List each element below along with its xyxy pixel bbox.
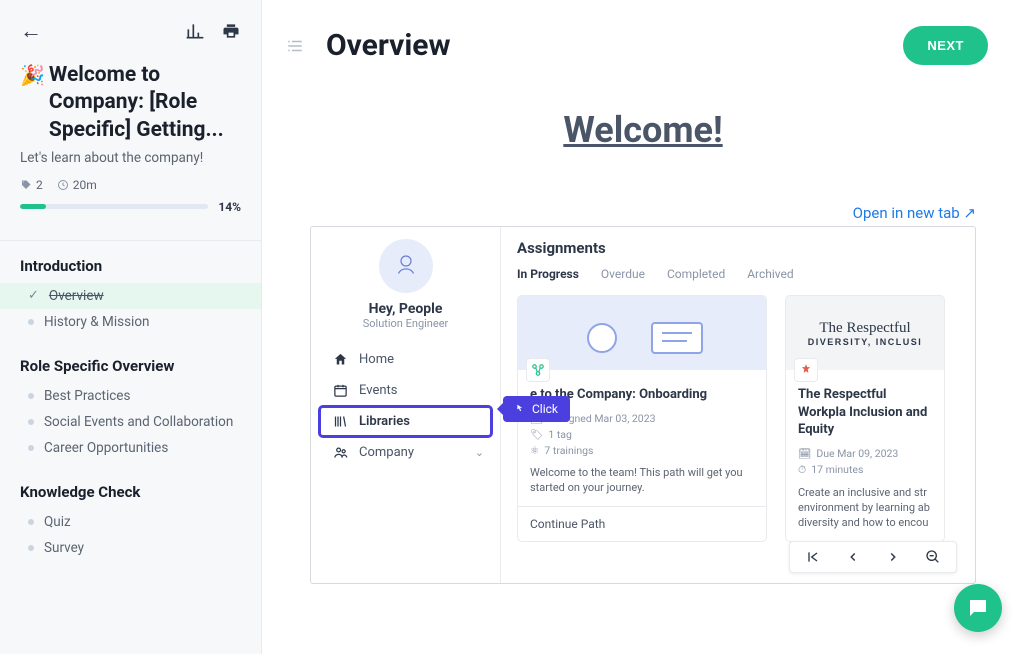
course-subtitle: Let's learn about the company! [20,150,241,166]
zoom-out-icon[interactable] [924,548,942,566]
course-badge-icon [794,358,818,382]
embed-nav-company[interactable]: Company ⌄ [319,437,492,468]
progress-bar [20,204,208,209]
tab-archived[interactable]: Archived [747,267,793,281]
sidebar-item-overview[interactable]: ✓ Overview [0,283,261,309]
bullet-icon [28,545,34,551]
sidebar-item-survey[interactable]: Survey [0,535,261,561]
sidebar-group-title: Introduction [0,257,261,283]
embed-nav-label: Events [359,383,397,398]
embedded-preview: Hey, People Solution Engineer Home [310,226,976,584]
sidebar-item-label: Social Events and Collaboration [44,414,233,430]
bullet-icon [28,445,34,451]
check-icon: ✓ [28,288,39,303]
chevron-down-icon: ⌄ [475,446,484,459]
embed-greeting: Hey, People [319,301,492,317]
sidebar-item-best-practices[interactable]: Best Practices [0,383,261,409]
assignment-card[interactable]: The Respectful DIVERSITY, INCLUSI The Re… [785,295,945,542]
sidebar-group-title: Role Specific Overview [0,357,261,383]
embed-role: Solution Engineer [319,317,492,330]
sidebar-item-label: Career Opportunities [44,440,168,456]
card-due: 🗓Due Mar 09, 2023 [798,447,932,460]
collapse-sidebar-icon[interactable] [286,37,306,55]
next-button[interactable]: NEXT [903,26,988,65]
progress-percent: 14% [218,200,241,214]
analytics-icon[interactable] [185,21,205,41]
embed-nav-libraries[interactable]: Libraries [319,406,492,437]
duration: 20m [57,178,97,192]
main-content: Overview NEXT Welcome! Open in new tab ↗… [262,0,1024,654]
chat-fab[interactable] [954,584,1002,632]
sidebar-item-social-events[interactable]: Social Events and Collaboration [0,409,261,435]
print-icon[interactable] [221,21,241,41]
embed-nav-label: Libraries [359,414,410,429]
next-icon[interactable] [884,548,902,566]
assignments-title: Assignments [517,239,959,257]
people-icon [333,445,349,460]
open-in-new-tab-link[interactable]: Open in new tab ↗ [853,204,976,222]
embed-nav-events[interactable]: Events [319,375,492,406]
card-title: The Respectful Workpla Inclusion and Equ… [798,386,932,439]
bullet-icon [28,319,34,325]
sidebar-item-career[interactable]: Career Opportunities [0,435,261,461]
welcome-heading: Welcome! [310,109,976,151]
bullet-icon [28,393,34,399]
first-icon[interactable] [804,548,822,566]
media-controls [789,541,957,573]
path-badge-icon [526,358,550,382]
overlay-big: The Respectful [819,320,910,337]
card-illustration [518,296,766,370]
click-tooltip: Click [503,396,570,422]
card-tag: 🏷1 tag [530,428,754,441]
books-icon [333,414,349,429]
tab-in-progress[interactable]: In Progress [517,267,579,281]
card-desc: Welcome to the team! This path will get … [530,465,754,496]
sidebar-item-label: Best Practices [44,388,130,404]
tab-overdue[interactable]: Overdue [601,267,645,281]
bullet-icon [28,519,34,525]
bullet-icon [28,419,34,425]
sidebar-item-label: Overview [49,288,104,304]
embed-nav-label: Home [359,352,394,367]
tags-count: 2 [20,178,43,192]
embed-main: Assignments In Progress Overdue Complete… [501,227,975,583]
sidebar-item-quiz[interactable]: Quiz [0,509,261,535]
sidebar-group-title: Knowledge Check [0,483,261,509]
card-footer[interactable]: Continue Path [518,506,766,541]
embed-nav-label: Company [359,445,414,460]
tab-completed[interactable]: Completed [667,267,725,281]
card-desc: Create an inclusive and str environment … [798,485,932,531]
sidebar-item-history[interactable]: History & Mission [0,309,261,335]
home-icon [333,352,349,367]
card-illustration: The Respectful DIVERSITY, INCLUSI [786,296,944,370]
course-title: 🎉 Welcome to Company: [Role Specific] Ge… [20,62,241,144]
sidebar-item-label: Survey [44,540,84,556]
sidebar-item-label: History & Mission [44,314,149,330]
card-minutes: ⏱17 minutes [798,463,932,477]
prev-icon[interactable] [844,548,862,566]
avatar-icon [379,239,433,293]
embed-sidebar: Hey, People Solution Engineer Home [311,227,501,583]
calendar-icon [333,383,349,398]
card-trainings: ⚛7 trainings [530,444,754,457]
embed-nav-home[interactable]: Home [319,344,492,375]
back-arrow-icon[interactable]: ← [20,18,42,44]
course-sidebar: ← 🎉 Welcome to Company: [Role Specific] … [0,0,262,654]
course-meta: 2 20m [20,178,241,192]
overlay-small: DIVERSITY, INCLUSI [808,337,923,347]
assignments-tabs: In Progress Overdue Completed Archived [517,267,959,281]
sidebar-item-label: Quiz [44,514,71,530]
click-tooltip-label: Click [532,402,558,416]
page-title: Overview [326,28,903,63]
course-emoji: 🎉 [20,62,45,88]
course-title-text: Welcome to Company: [Role Specific] Gett… [49,62,241,144]
